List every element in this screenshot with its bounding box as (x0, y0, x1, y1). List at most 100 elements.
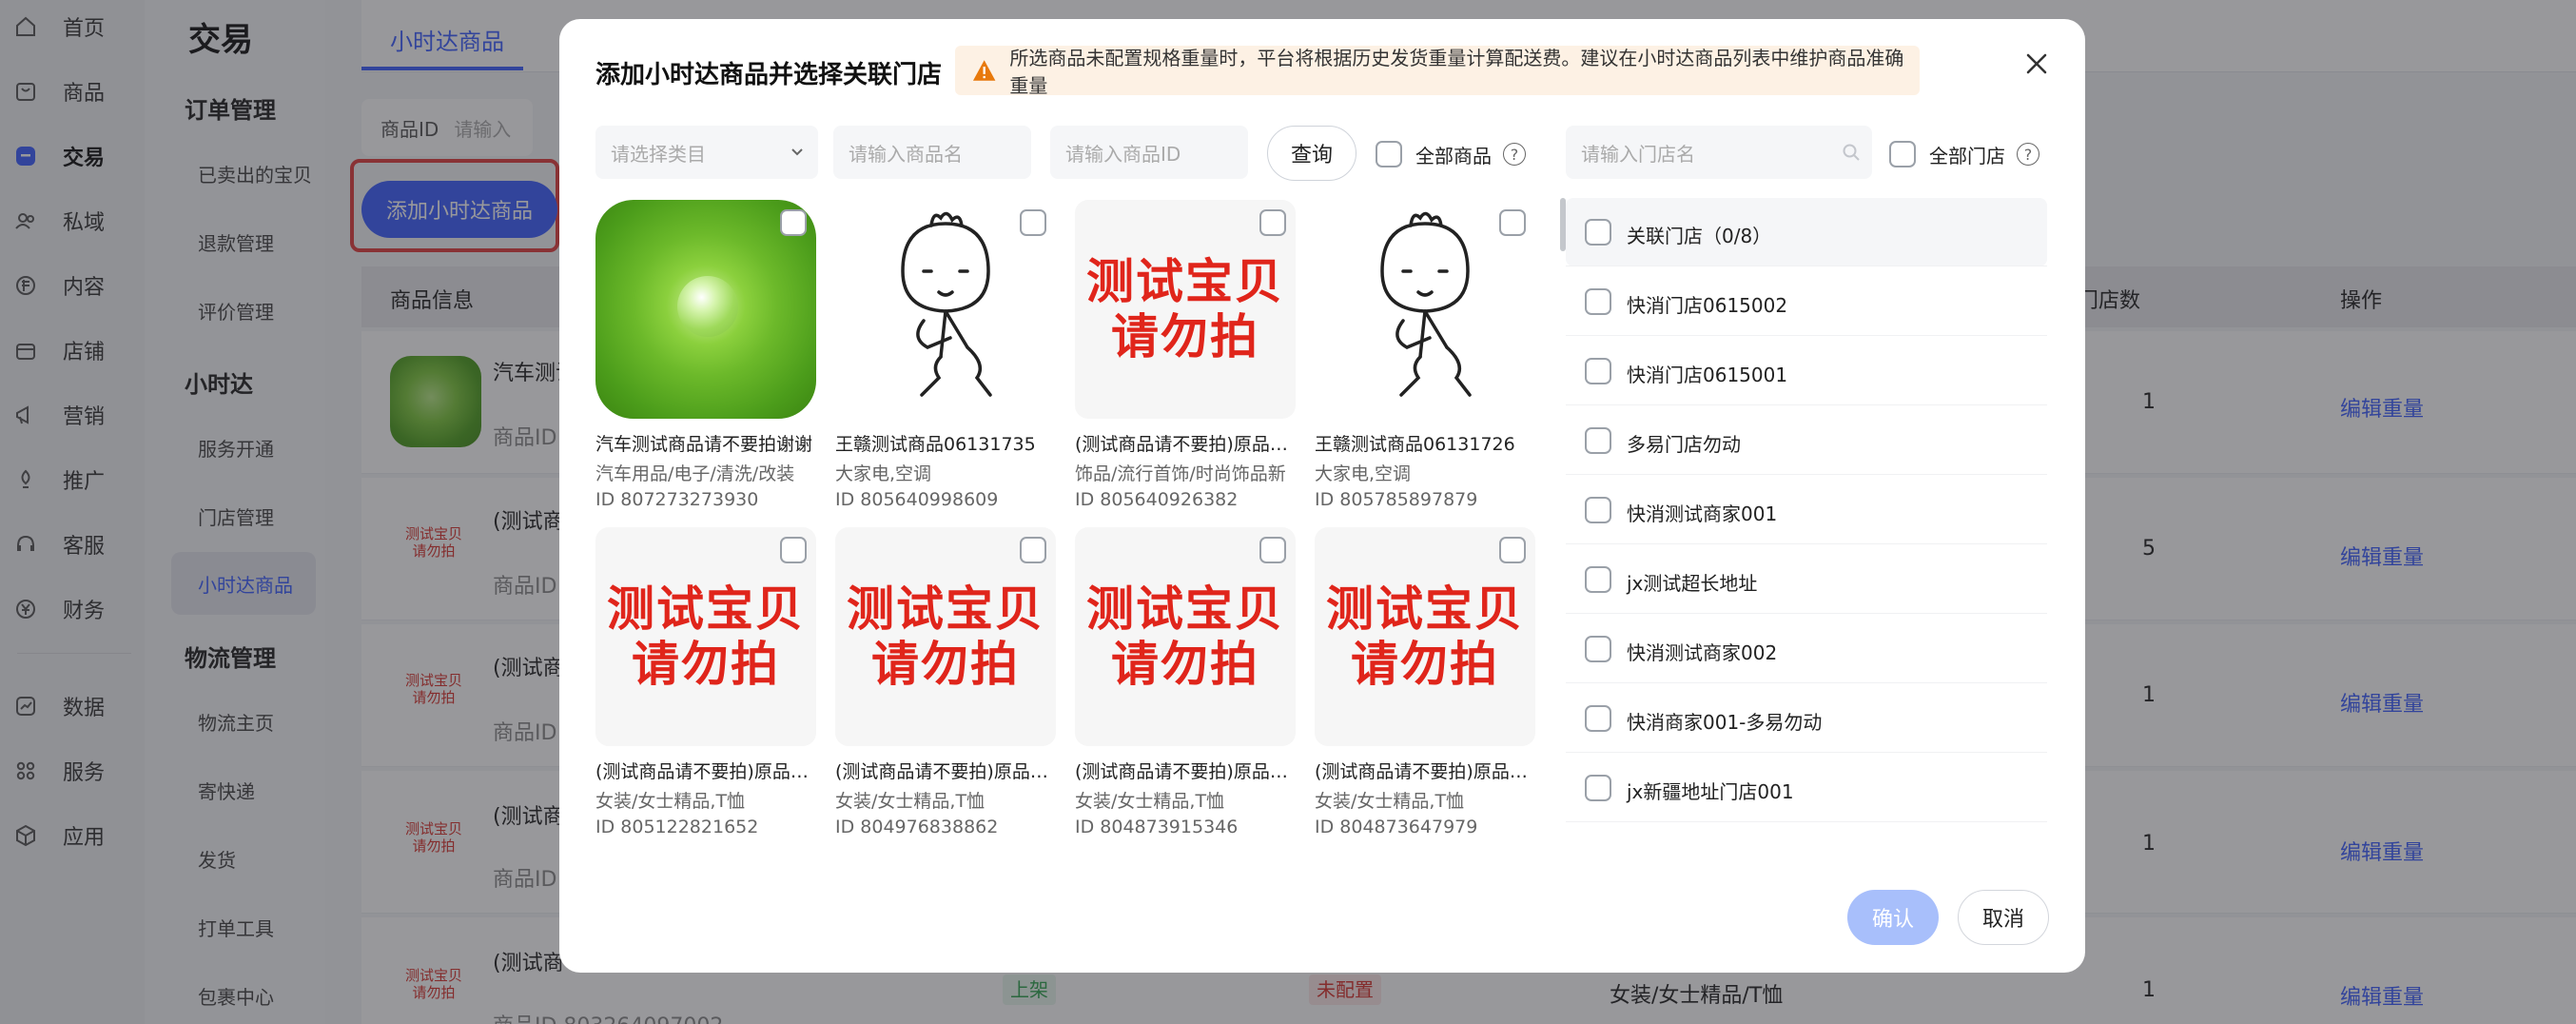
product-category: 女装/女士精品,T恤 (1315, 791, 1465, 812)
store-name: 关联门店（0/8） (1627, 225, 1772, 247)
product-checkbox[interactable] (1499, 537, 1526, 563)
query-button[interactable]: 查询 (1267, 126, 1356, 181)
store-search-placeholder: 请输入门店名 (1581, 142, 1695, 166)
store-name: 快消门店0615001 (1627, 364, 1788, 386)
store-checkbox[interactable] (1585, 566, 1611, 593)
product-id: ID 805640998609 (835, 489, 999, 510)
confirm-button[interactable]: 确认 (1847, 890, 1939, 945)
product-category: 女装/女士精品,T恤 (835, 791, 986, 812)
product-id-input[interactable]: 请输入商品ID (1050, 126, 1248, 179)
store-search-input[interactable]: 请输入门店名 (1566, 126, 1872, 179)
product-id: ID 805640926382 (1075, 489, 1239, 510)
cancel-button[interactable]: 取消 (1958, 890, 2049, 945)
store-item[interactable]: 快消门店0615001 (1566, 337, 2047, 405)
product-card[interactable]: 测试宝贝 请勿拍 (测试商品请不要拍)原品上架 饰品/流行首饰/时尚饰品新 ID 805… (1075, 200, 1296, 510)
product-card[interactable]: 王赣测试商品06131735 大家电,空调 ID 805640998609 (835, 200, 1056, 510)
store-name: 多易门店勿动 (1627, 433, 1741, 456)
product-image: 测试宝贝 请勿拍 (595, 527, 816, 746)
store-checkbox[interactable] (1585, 705, 1611, 732)
product-checkbox[interactable] (1499, 209, 1526, 236)
product-category: 大家电,空调 (835, 463, 932, 484)
product-category: 汽车用品/电子/清洗/改装 (595, 463, 795, 484)
weight-warning: 所选商品未配置规格重量时，平台将根据历史发货重量计算配送费。建议在小时达商品列表… (955, 46, 1920, 97)
product-category: 大家电,空调 (1315, 463, 1412, 484)
store-name: jx新疆地址门店001 (1627, 780, 1794, 803)
cartoon-figure-image (901, 211, 992, 397)
store-item[interactable]: jx测试超长地址 (1566, 545, 2047, 614)
placeholder-image-text: 测试宝贝 请勿拍 (607, 581, 805, 692)
store-item[interactable]: 快消测试商家001 (1566, 476, 2047, 544)
store-checkbox[interactable] (1585, 427, 1611, 454)
product-card[interactable]: 测试宝贝 请勿拍 (测试商品请不要拍)原品上架 女装/女士精品,T恤 ID 804976… (835, 527, 1056, 837)
product-id: ID 805122821652 (595, 817, 759, 837)
product-card[interactable]: 测试宝贝 请勿拍 (测试商品请不要拍)原品上架 女装/女士精品,T恤 ID 804873… (1075, 527, 1296, 837)
product-checkbox[interactable] (780, 209, 807, 236)
store-item[interactable]: 多易门店勿动 (1566, 406, 2047, 475)
product-name: 王赣测试商品06131726 (1315, 434, 1515, 455)
search-icon (1843, 144, 1860, 161)
store-item[interactable]: 快消测试商家002 (1566, 615, 2047, 683)
store-name: 快消商家001-多易勿动 (1627, 711, 1823, 734)
placeholder-image-text: 测试宝贝 请勿拍 (1086, 581, 1284, 692)
product-name: 汽车测试商品请不要拍谢谢 (595, 434, 813, 455)
warning-text: 所选商品未配置规格重量时，平台将根据历史发货重量计算配送费。建议在小时达商品列表… (1009, 47, 1904, 97)
warning-icon (972, 60, 996, 81)
product-name: (测试商品请不要拍)原品上架 (835, 761, 1056, 782)
product-id: ID 805785897879 (1315, 489, 1478, 510)
product-id: ID 804976838862 (835, 817, 999, 837)
help-icon[interactable]: ? (1503, 143, 1526, 166)
product-checkbox[interactable] (1020, 537, 1046, 563)
store-checkbox[interactable] (1585, 497, 1611, 523)
product-name: (测试商品请不要拍)原品上架 (595, 761, 816, 782)
store-checkbox[interactable] (1585, 219, 1611, 246)
water-drop-image (677, 276, 738, 337)
store-item[interactable]: jx新疆地址门店001 (1566, 754, 2047, 822)
product-checkbox[interactable] (780, 537, 807, 563)
product-checkbox[interactable] (1259, 537, 1286, 563)
placeholder-image-text: 测试宝贝 请勿拍 (1086, 254, 1284, 364)
product-image: 测试宝贝 请勿拍 (1075, 200, 1296, 419)
all-products-label: 全部商品 (1415, 145, 1492, 167)
store-checkbox[interactable] (1585, 358, 1611, 384)
product-name: (测试商品请不要拍)原品上架 (1075, 761, 1296, 782)
product-image (1315, 200, 1535, 419)
product-image: 测试宝贝 请勿拍 (1075, 527, 1296, 746)
product-id: ID 804873647979 (1315, 817, 1478, 837)
product-category: 女装/女士精品,T恤 (595, 791, 746, 812)
product-name: (测试商品请不要拍)原品上架 (1315, 761, 1535, 782)
product-image: 测试宝贝 请勿拍 (835, 527, 1056, 746)
product-name-input[interactable]: 请输入商品名 (833, 126, 1031, 179)
help-icon[interactable]: ? (2017, 143, 2039, 166)
product-image: 测试宝贝 请勿拍 (1315, 527, 1535, 746)
all-products-checkbox[interactable] (1376, 141, 1402, 167)
category-placeholder: 请选择类目 (611, 142, 706, 166)
placeholder-image-text: 测试宝贝 请勿拍 (847, 581, 1044, 692)
product-name: 王赣测试商品06131735 (835, 434, 1036, 455)
product-card[interactable]: 测试宝贝 请勿拍 (测试商品请不要拍)原品上架 女装/女士精品,T恤 ID 805122… (595, 527, 816, 837)
store-checkbox[interactable] (1585, 636, 1611, 662)
product-card[interactable]: 测试宝贝 请勿拍 (测试商品请不要拍)原品上架 女装/女士精品,T恤 ID 804873… (1315, 527, 1535, 837)
modal-title: 添加小时达商品并选择关联门店 (595, 61, 943, 89)
product-id: ID 804873915346 (1075, 817, 1239, 837)
store-checkbox[interactable] (1585, 288, 1611, 315)
all-stores-label: 全部门店 (1929, 145, 2005, 167)
close-icon[interactable] (2020, 48, 2053, 80)
placeholder-image-text: 测试宝贝 请勿拍 (1326, 581, 1524, 692)
product-category: 饰品/流行首饰/时尚饰品新 (1075, 463, 1286, 484)
product-card[interactable]: 王赣测试商品06131726 大家电,空调 ID 805785897879 (1315, 200, 1535, 510)
product-checkbox[interactable] (1259, 209, 1286, 236)
product-image (835, 200, 1056, 419)
chevron-down-icon (791, 148, 803, 156)
store-item[interactable]: 快消商家001-多易勿动 (1566, 684, 2047, 753)
all-stores-checkbox[interactable] (1889, 141, 1916, 167)
store-item[interactable]: 快消门店0615002 (1566, 267, 2047, 336)
category-select[interactable]: 请选择类目 (595, 126, 818, 179)
store-checkbox[interactable] (1585, 775, 1611, 801)
product-checkbox[interactable] (1020, 209, 1046, 236)
cartoon-figure-image (1380, 211, 1472, 397)
product-card[interactable]: 汽车测试商品请不要拍谢谢 汽车用品/电子/清洗/改装 ID 807273273930 (595, 200, 816, 510)
store-name: jx测试超长地址 (1627, 572, 1758, 595)
product-name: (测试商品请不要拍)原品上架 (1075, 434, 1296, 455)
product-id: ID 807273273930 (595, 489, 759, 510)
store-group-header[interactable]: 关联门店（0/8） (1566, 198, 2047, 266)
